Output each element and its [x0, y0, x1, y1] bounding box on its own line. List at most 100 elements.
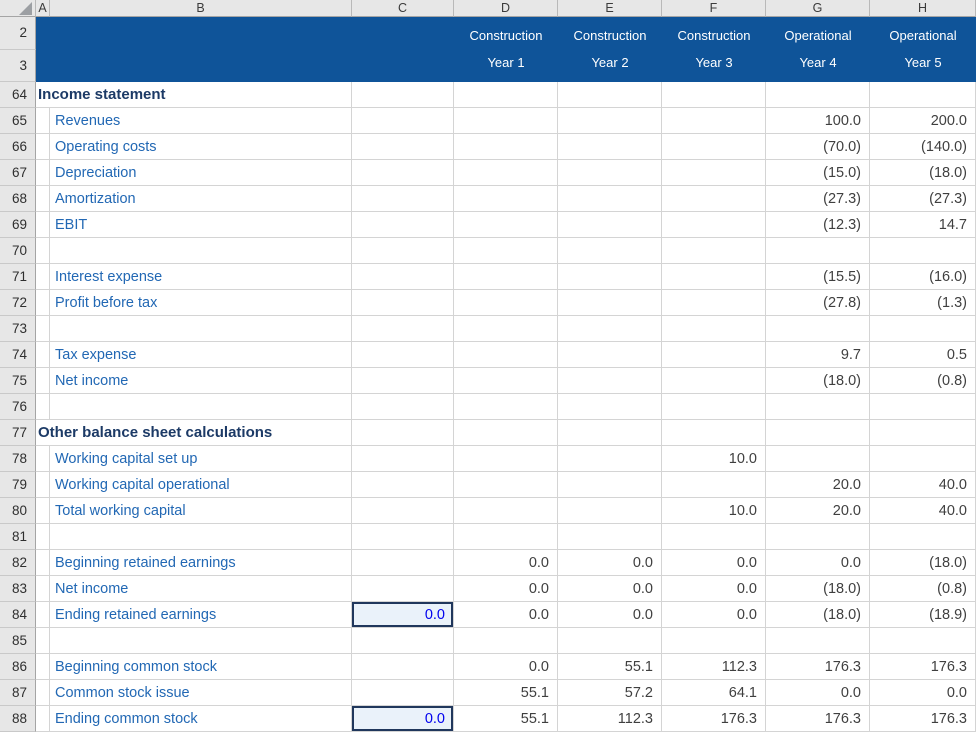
- cell-F67[interactable]: [662, 160, 766, 186]
- cell-G74[interactable]: 9.7: [766, 342, 870, 368]
- row-header-65[interactable]: 65: [0, 108, 36, 134]
- cell-F64[interactable]: [662, 82, 766, 108]
- cell-D80[interactable]: [454, 498, 558, 524]
- cell-D87[interactable]: 55.1: [454, 680, 558, 706]
- cell-G80[interactable]: 20.0: [766, 498, 870, 524]
- column-header-C[interactable]: C: [352, 0, 454, 17]
- cell-H78[interactable]: [870, 446, 976, 472]
- cell-C73[interactable]: [352, 316, 454, 342]
- cell-D71[interactable]: [454, 264, 558, 290]
- cell-F76[interactable]: [662, 394, 766, 420]
- cell-B78[interactable]: Working capital set up: [50, 446, 352, 472]
- cell-D74[interactable]: [454, 342, 558, 368]
- row-header-2[interactable]: 2: [0, 17, 36, 50]
- cell-D79[interactable]: [454, 472, 558, 498]
- cell-C81[interactable]: [352, 524, 454, 550]
- row-header-83[interactable]: 83: [0, 576, 36, 602]
- cell-E78[interactable]: [558, 446, 662, 472]
- cell-F69[interactable]: [662, 212, 766, 238]
- cell-H71[interactable]: (16.0): [870, 264, 976, 290]
- cell-E81[interactable]: [558, 524, 662, 550]
- cell-B68[interactable]: Amortization: [50, 186, 352, 212]
- cell-E75[interactable]: [558, 368, 662, 394]
- cell-H68[interactable]: (27.3): [870, 186, 976, 212]
- cell-E77[interactable]: [558, 420, 662, 446]
- cell-A83[interactable]: [36, 576, 50, 602]
- row-header-84[interactable]: 84: [0, 602, 36, 628]
- cell-B85[interactable]: [50, 628, 352, 654]
- cell-B73[interactable]: [50, 316, 352, 342]
- cell-C79[interactable]: [352, 472, 454, 498]
- cell-E83[interactable]: 0.0: [558, 576, 662, 602]
- row-header-64[interactable]: 64: [0, 82, 36, 108]
- cell-E73[interactable]: [558, 316, 662, 342]
- cell-F79[interactable]: [662, 472, 766, 498]
- cell-A78[interactable]: [36, 446, 50, 472]
- row-header-73[interactable]: 73: [0, 316, 36, 342]
- cell-A76[interactable]: [36, 394, 50, 420]
- cell-H72[interactable]: (1.3): [870, 290, 976, 316]
- cell-A68[interactable]: [36, 186, 50, 212]
- row-header-75[interactable]: 75: [0, 368, 36, 394]
- cell-F84[interactable]: 0.0: [662, 602, 766, 628]
- cell-D82[interactable]: 0.0: [454, 550, 558, 576]
- cell-F65[interactable]: [662, 108, 766, 134]
- cell-E76[interactable]: [558, 394, 662, 420]
- cell-F74[interactable]: [662, 342, 766, 368]
- cell-H69[interactable]: 14.7: [870, 212, 976, 238]
- cell-C83[interactable]: [352, 576, 454, 602]
- row-header-82[interactable]: 82: [0, 550, 36, 576]
- cell-E64[interactable]: [558, 82, 662, 108]
- cell-H76[interactable]: [870, 394, 976, 420]
- column-header-E[interactable]: E: [558, 0, 662, 17]
- cell-H64[interactable]: [870, 82, 976, 108]
- cell-G85[interactable]: [766, 628, 870, 654]
- cell-E69[interactable]: [558, 212, 662, 238]
- cell-E86[interactable]: 55.1: [558, 654, 662, 680]
- row-header-78[interactable]: 78: [0, 446, 36, 472]
- row-header-80[interactable]: 80: [0, 498, 36, 524]
- cell-A85[interactable]: [36, 628, 50, 654]
- cell-G75[interactable]: (18.0): [766, 368, 870, 394]
- cell-G65[interactable]: 100.0: [766, 108, 870, 134]
- cell-B65[interactable]: Revenues: [50, 108, 352, 134]
- cell-F72[interactable]: [662, 290, 766, 316]
- row-header-3[interactable]: 3: [0, 49, 36, 82]
- cell-E79[interactable]: [558, 472, 662, 498]
- cell-B72[interactable]: Profit before tax: [50, 290, 352, 316]
- cell-D83[interactable]: 0.0: [454, 576, 558, 602]
- band-spacer-cell[interactable]: [36, 17, 454, 82]
- row-header-85[interactable]: 85: [0, 628, 36, 654]
- cell-D75[interactable]: [454, 368, 558, 394]
- cell-F85[interactable]: [662, 628, 766, 654]
- cell-A71[interactable]: [36, 264, 50, 290]
- band-col-year5[interactable]: Operational Year 5: [870, 17, 976, 82]
- cell-A74[interactable]: [36, 342, 50, 368]
- cell-E84[interactable]: 0.0: [558, 602, 662, 628]
- cell-E70[interactable]: [558, 238, 662, 264]
- cell-A81[interactable]: [36, 524, 50, 550]
- cell-F82[interactable]: 0.0: [662, 550, 766, 576]
- cell-F80[interactable]: 10.0: [662, 498, 766, 524]
- cell-A79[interactable]: [36, 472, 50, 498]
- column-header-G[interactable]: G: [766, 0, 870, 17]
- column-header-B[interactable]: B: [50, 0, 352, 17]
- cell-B70[interactable]: [50, 238, 352, 264]
- cell-A86[interactable]: [36, 654, 50, 680]
- cell-D72[interactable]: [454, 290, 558, 316]
- section-heading-cell-64[interactable]: Income statement: [36, 82, 352, 108]
- select-all-corner[interactable]: [0, 0, 36, 17]
- cell-H84[interactable]: (18.9): [870, 602, 976, 628]
- band-col-year4[interactable]: Operational Year 4: [766, 17, 870, 82]
- cell-G69[interactable]: (12.3): [766, 212, 870, 238]
- cell-C76[interactable]: [352, 394, 454, 420]
- cell-H85[interactable]: [870, 628, 976, 654]
- cell-H87[interactable]: 0.0: [870, 680, 976, 706]
- cell-C64[interactable]: [352, 82, 454, 108]
- cell-D66[interactable]: [454, 134, 558, 160]
- cell-B75[interactable]: Net income: [50, 368, 352, 394]
- cell-F73[interactable]: [662, 316, 766, 342]
- cell-H74[interactable]: 0.5: [870, 342, 976, 368]
- column-header-A[interactable]: A: [36, 0, 50, 17]
- cell-E80[interactable]: [558, 498, 662, 524]
